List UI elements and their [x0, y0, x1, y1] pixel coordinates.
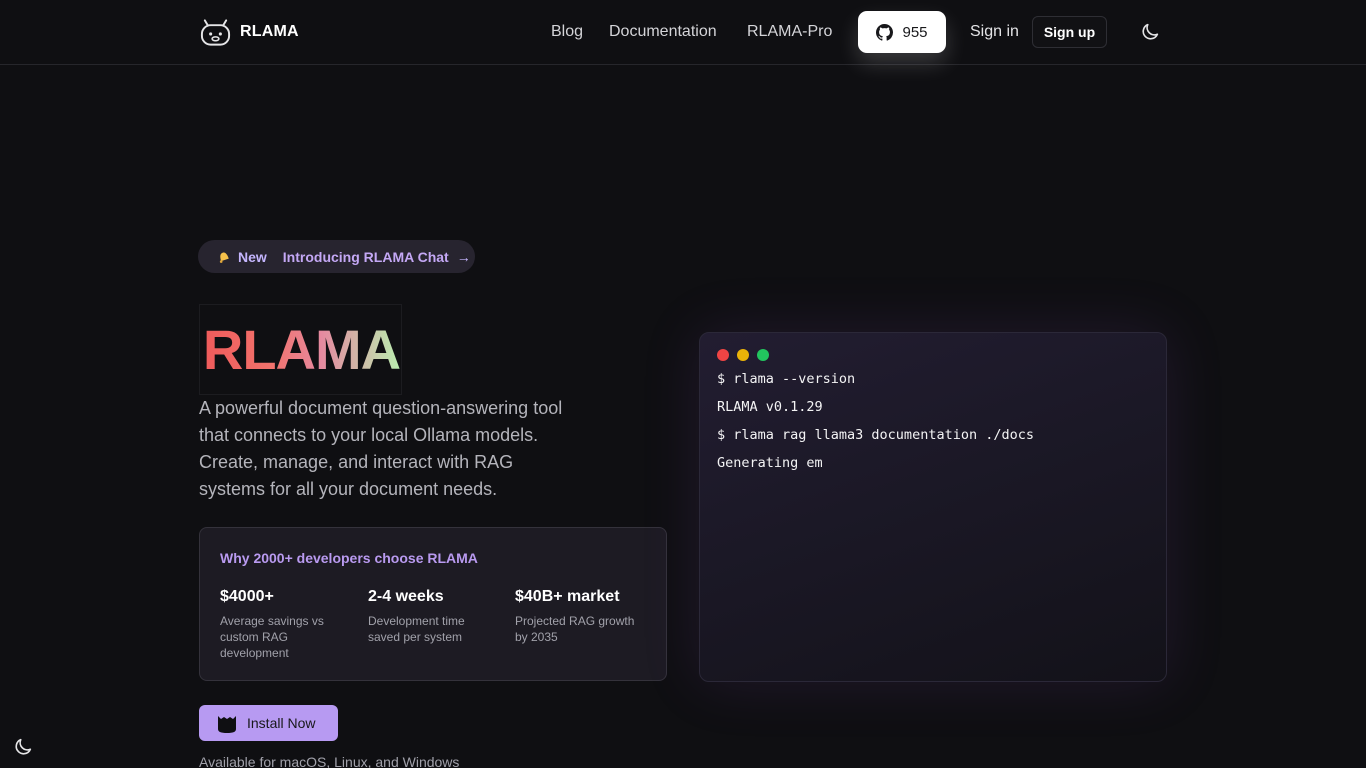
nav-rlama-pro[interactable]: RLAMA-Pro: [747, 0, 832, 64]
brand-name: RLAMA: [240, 23, 299, 40]
terminal-line: $ rlama --version: [717, 371, 856, 387]
stat-label: Average savings vs custom RAG developmen…: [220, 614, 324, 660]
nav-rlama-pro-link[interactable]: RLAMA-Pro: [747, 23, 832, 41]
signup-button[interactable]: Sign up: [1032, 16, 1107, 48]
stat-time: 2-4 weeks Development time saved per sys…: [368, 588, 498, 645]
github-stars-button[interactable]: 955: [858, 11, 946, 53]
llama-logo-icon: [200, 19, 231, 46]
stat-label: Projected RAG growth by 2035: [515, 614, 635, 644]
nav-documentation[interactable]: Documentation: [609, 0, 717, 64]
stats-card: Why 2000+ developers choose RLAMA $4000+…: [199, 527, 667, 681]
stat-label: Development time saved per system: [368, 614, 465, 644]
maximize-dot-icon: [757, 349, 769, 361]
github-icon: [876, 23, 894, 41]
terminal-line: Generating em: [717, 455, 823, 471]
minimize-dot-icon: [737, 349, 749, 361]
install-now-button[interactable]: Install Now: [199, 705, 338, 741]
platforms-text: Available for macOS, Linux, and Windows: [199, 754, 460, 768]
nav-blog-link[interactable]: Blog: [551, 23, 583, 41]
terminal-line: $ rlama rag llama3 documentation ./docs: [717, 427, 1034, 443]
nav-blog[interactable]: Blog: [551, 0, 583, 64]
moon-icon[interactable]: [1139, 21, 1161, 43]
bell-icon: [219, 252, 229, 263]
stats-heading: Why 2000+ developers choose RLAMA: [220, 550, 478, 566]
site-header: RLAMA Blog Documentation RLAMA-Pro 955 S…: [0, 0, 1366, 65]
stat-value: $40B+ market: [515, 588, 620, 605]
nav-documentation-link[interactable]: Documentation: [609, 23, 717, 41]
hero-title-container: RLAMA: [199, 304, 402, 395]
badge-text: Introducing RLAMA Chat: [282, 248, 449, 265]
github-star-count: 955: [902, 23, 928, 41]
close-dot-icon: [717, 349, 729, 361]
hero-description: A powerful document question-answering t…: [199, 398, 563, 499]
floating-moon-icon[interactable]: [12, 736, 34, 758]
terminal-line: RLAMA v0.1.29: [717, 399, 823, 415]
arrow-right-icon: →: [456, 248, 471, 265]
badge-new-label: New: [238, 248, 267, 265]
stat-value: $4000+: [220, 588, 274, 605]
window-controls: [717, 349, 769, 361]
stat-value: 2-4 weeks: [368, 588, 444, 605]
brand-link[interactable]: RLAMA: [199, 16, 299, 48]
hero-title: RLAMA: [200, 317, 403, 382]
signin-link[interactable]: Sign in: [970, 0, 1019, 64]
install-now-label: Install Now: [247, 715, 316, 731]
llama-silhouette-icon: [218, 716, 236, 733]
stat-market: $40B+ market Projected RAG growth by 203…: [515, 588, 645, 645]
stat-savings: $4000+ Average savings vs custom RAG dev…: [220, 588, 350, 661]
terminal-window: $ rlama --version RLAMA v0.1.29 $ rlama …: [699, 332, 1167, 682]
announcement-badge[interactable]: New Introducing RLAMA Chat →: [198, 240, 475, 273]
